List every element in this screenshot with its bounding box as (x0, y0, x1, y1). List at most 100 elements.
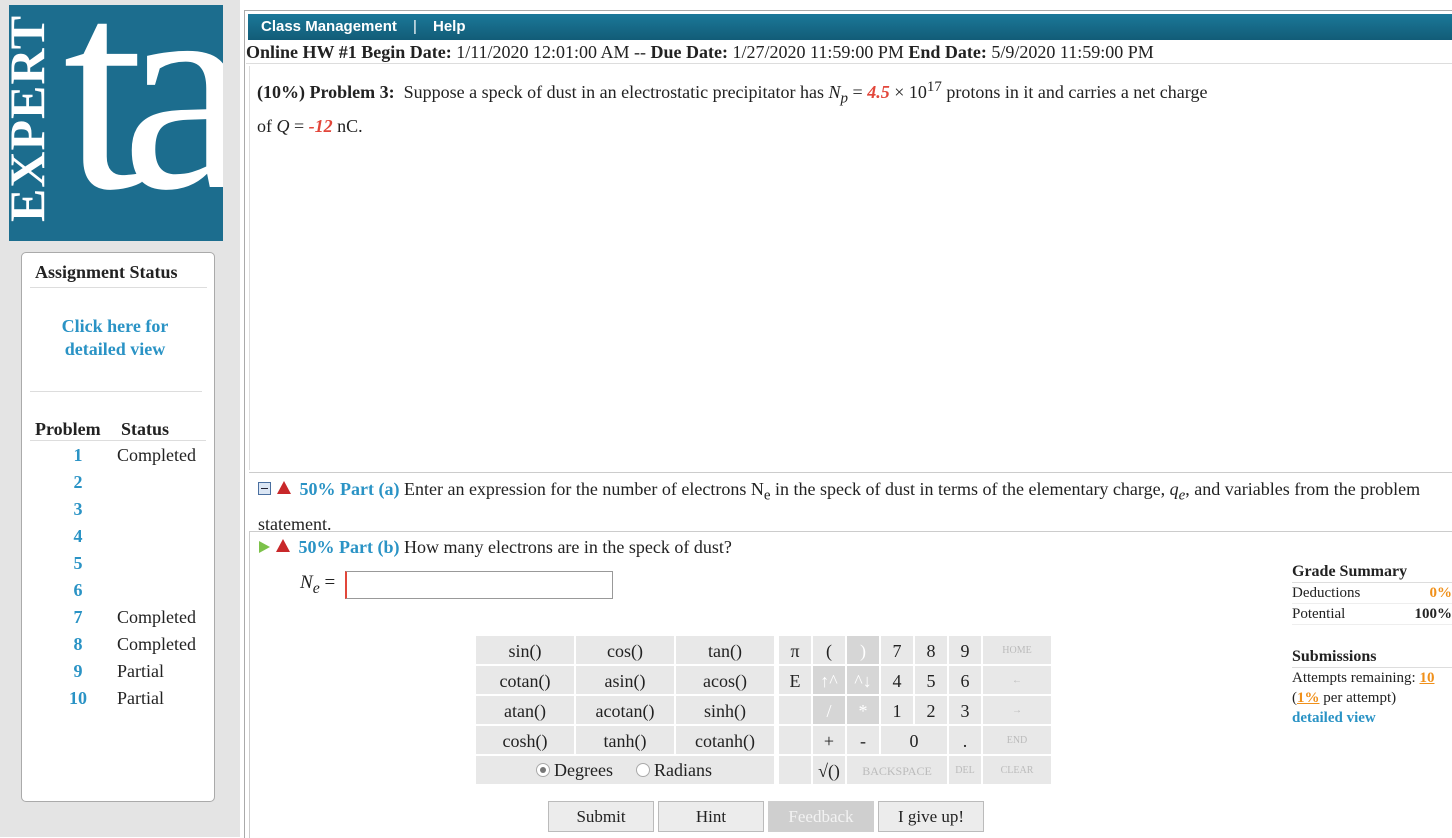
problem-row[interactable]: 2 (30, 472, 206, 499)
calc-key-n3[interactable]: 3 (948, 695, 982, 725)
problem-row[interactable]: 10Partial (30, 688, 206, 715)
date-dash: -- (634, 42, 646, 62)
answer-input[interactable] (345, 571, 613, 599)
calc-key-right[interactable]: → (982, 695, 1052, 725)
calc-key-n9[interactable]: 9 (948, 635, 982, 665)
give-up-button[interactable]: I give up! (878, 801, 984, 832)
problem-row[interactable]: 8Completed (30, 634, 206, 661)
part-a-label[interactable]: 50% Part (a) (300, 479, 400, 499)
problem-row[interactable]: 7Completed (30, 607, 206, 634)
answer-var-symbol: N (300, 572, 313, 593)
calc-func-button[interactable]: sin() (475, 635, 575, 665)
calc-key-n0[interactable]: 0 (880, 725, 948, 755)
part-b-label[interactable]: 50% Part (b) (299, 537, 400, 557)
calc-key-n5[interactable]: 5 (914, 665, 948, 695)
problem-number-link[interactable]: 1 (67, 445, 89, 466)
calc-key-E[interactable]: E (778, 665, 812, 695)
submit-button[interactable]: Submit (548, 801, 654, 832)
calc-func-button[interactable]: cos() (575, 635, 675, 665)
menu-help[interactable]: Help (433, 14, 466, 40)
calc-key-lparen[interactable]: ( (812, 635, 846, 665)
feedback-button[interactable]: Feedback (768, 801, 874, 832)
calc-func-button[interactable]: asin() (575, 665, 675, 695)
due-date: 1/27/2020 11:59:00 PM (733, 42, 904, 62)
calc-func-button[interactable]: tan() (675, 635, 775, 665)
calc-key-up2[interactable]: ^↓ (846, 665, 880, 695)
due-date-label: Due Date: (651, 42, 728, 62)
problem-row[interactable]: 5 (30, 553, 206, 580)
calc-key-n2[interactable]: 2 (914, 695, 948, 725)
np-symbol: N (829, 82, 841, 102)
radians-radio[interactable] (636, 763, 650, 777)
collapse-icon[interactable] (258, 482, 271, 495)
calc-func-button[interactable]: cotanh() (675, 725, 775, 755)
problem-row[interactable]: 4 (30, 526, 206, 553)
calc-key-minus[interactable]: - (846, 725, 880, 755)
calc-func-button[interactable]: acotan() (575, 695, 675, 725)
calc-key-blank (778, 695, 812, 725)
attempts-value: 10 (1419, 670, 1434, 686)
problem-number-link[interactable]: 6 (67, 580, 89, 601)
warning-icon (277, 481, 291, 494)
potential-label: Potential (1292, 606, 1345, 622)
problem-column-header: Problem (35, 419, 101, 440)
answer-variable: Ne = (300, 572, 335, 598)
calc-key-star[interactable]: * (846, 695, 880, 725)
radians-label: Radians (654, 760, 712, 780)
calc-key-plus[interactable]: + (812, 725, 846, 755)
calc-key-pi[interactable]: π (778, 635, 812, 665)
problem-label: Problem 3: (310, 82, 395, 102)
detailed-view-link[interactable]: Click here for detailed view (30, 315, 200, 361)
problem-row[interactable]: 3 (30, 499, 206, 526)
calc-key-n1[interactable]: 1 (880, 695, 914, 725)
problem-row[interactable]: 6 (30, 580, 206, 607)
calc-key-rparen[interactable]: ) (846, 635, 880, 665)
calc-func-button[interactable]: sinh() (675, 695, 775, 725)
calc-key-n4[interactable]: 4 (880, 665, 914, 695)
calc-func-button[interactable]: cosh() (475, 725, 575, 755)
q-symbol: Q (277, 116, 290, 136)
problem-number-link[interactable]: 2 (67, 472, 89, 493)
begin-date-label: Begin Date: (361, 42, 451, 62)
assignment-header: Online HW #1 Begin Date: 1/11/2020 12:01… (246, 41, 1452, 64)
problem-number-link[interactable]: 9 (67, 661, 89, 682)
menu-class-management[interactable]: Class Management (261, 14, 397, 40)
problem-number-link[interactable]: 5 (67, 553, 89, 574)
calc-key-home[interactable]: HOME (982, 635, 1052, 665)
degrees-radio[interactable] (536, 763, 550, 777)
status-column-header: Status (121, 419, 169, 440)
calc-key-clear[interactable]: CLEAR (982, 755, 1052, 785)
calc-key-left[interactable]: ← (982, 665, 1052, 695)
problem-row[interactable]: 1Completed (30, 445, 206, 472)
calc-key-up1[interactable]: ↑^ (812, 665, 846, 695)
calc-func-button[interactable]: acos() (675, 665, 775, 695)
expert-ta-logo[interactable]: EXPERT ta (9, 5, 223, 241)
calc-key-n8[interactable]: 8 (914, 635, 948, 665)
calc-key-backspace[interactable]: BACKSPACE (846, 755, 948, 785)
calc-key-n7[interactable]: 7 (880, 635, 914, 665)
np-times: × 10 (894, 82, 927, 102)
radians-option[interactable]: Radians (636, 756, 712, 784)
problem-number-link[interactable]: 8 (67, 634, 89, 655)
grade-detailed-view-link[interactable]: detailed view (1292, 710, 1376, 726)
hint-button[interactable]: Hint (658, 801, 764, 832)
calc-func-button[interactable]: cotan() (475, 665, 575, 695)
problem-number-link[interactable]: 7 (67, 607, 89, 628)
expand-arrow-icon[interactable] (259, 541, 270, 553)
calc-key-end[interactable]: END (982, 725, 1052, 755)
deductions-row: Deductions 0% (1292, 583, 1452, 604)
problem-number-link[interactable]: 3 (67, 499, 89, 520)
q-equals: = (294, 116, 304, 136)
calc-func-button[interactable]: tanh() (575, 725, 675, 755)
problem-number-link[interactable]: 4 (67, 526, 89, 547)
calc-key-slash[interactable]: / (812, 695, 846, 725)
problem-row[interactable]: 9Partial (30, 661, 206, 688)
problem-number-link[interactable]: 10 (67, 688, 89, 709)
calc-key-dot[interactable]: . (948, 725, 982, 755)
degrees-option[interactable]: Degrees (536, 756, 613, 784)
calc-func-button[interactable]: atan() (475, 695, 575, 725)
calc-key-n6[interactable]: 6 (948, 665, 982, 695)
calc-key-del[interactable]: DEL (948, 755, 982, 785)
calc-key-sqrt[interactable]: √() (812, 755, 846, 785)
warning-icon (276, 539, 290, 552)
